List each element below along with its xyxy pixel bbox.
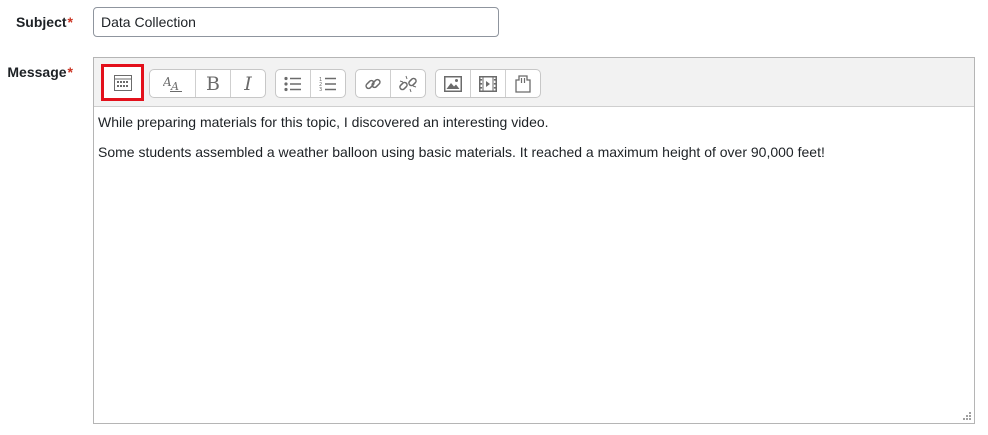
ordered-list-button[interactable]: 1 2 3 — [311, 70, 345, 97]
svg-text:3: 3 — [319, 87, 322, 92]
subject-input[interactable] — [93, 7, 499, 37]
unordered-list-icon — [284, 76, 301, 91]
unlink-icon — [399, 75, 417, 92]
media-button[interactable] — [471, 70, 506, 97]
media-icon — [479, 75, 497, 92]
message-label: Message* — [7, 64, 73, 80]
bold-icon: B — [206, 72, 220, 95]
link-group — [355, 69, 426, 98]
text-style-group: A A B I — [149, 69, 266, 98]
image-button[interactable] — [436, 70, 471, 97]
subject-label-text: Subject — [15, 14, 67, 30]
link-button[interactable] — [356, 70, 391, 97]
unordered-list-button[interactable] — [276, 70, 311, 97]
required-marker: * — [67, 64, 73, 80]
font-size-icon: A A — [163, 75, 182, 93]
file-manager-icon — [515, 74, 531, 93]
bold-button[interactable]: B — [196, 70, 231, 97]
subject-label: Subject* — [16, 14, 73, 30]
italic-button[interactable]: I — [231, 70, 265, 97]
image-icon — [444, 75, 462, 92]
font-size-button[interactable]: A A — [150, 70, 196, 97]
paragraph: Some students assembled a weather balloo… — [98, 144, 825, 160]
message-editor: A A B I 1 2 3 While preparing materials … — [93, 57, 975, 424]
toolbar-toggle-icon — [113, 74, 132, 91]
editor-toolbar: A A B I 1 2 3 — [94, 58, 974, 107]
paragraph: While preparing materials for this topic… — [98, 114, 549, 130]
link-icon — [365, 78, 381, 89]
message-label-text: Message — [7, 64, 67, 80]
list-group: 1 2 3 — [275, 69, 346, 98]
file-manager-button[interactable] — [506, 70, 540, 97]
ordered-list-icon: 1 2 3 — [319, 77, 336, 92]
highlighted-button-frame — [101, 64, 144, 101]
required-marker: * — [67, 14, 73, 30]
editor-content[interactable]: While preparing materials for this topic… — [94, 107, 974, 181]
unlink-button[interactable] — [391, 70, 425, 97]
media-group — [435, 69, 541, 98]
toolbar-toggle-button[interactable] — [104, 67, 141, 98]
italic-icon: I — [244, 72, 252, 95]
resize-grip-icon[interactable] — [962, 411, 972, 421]
